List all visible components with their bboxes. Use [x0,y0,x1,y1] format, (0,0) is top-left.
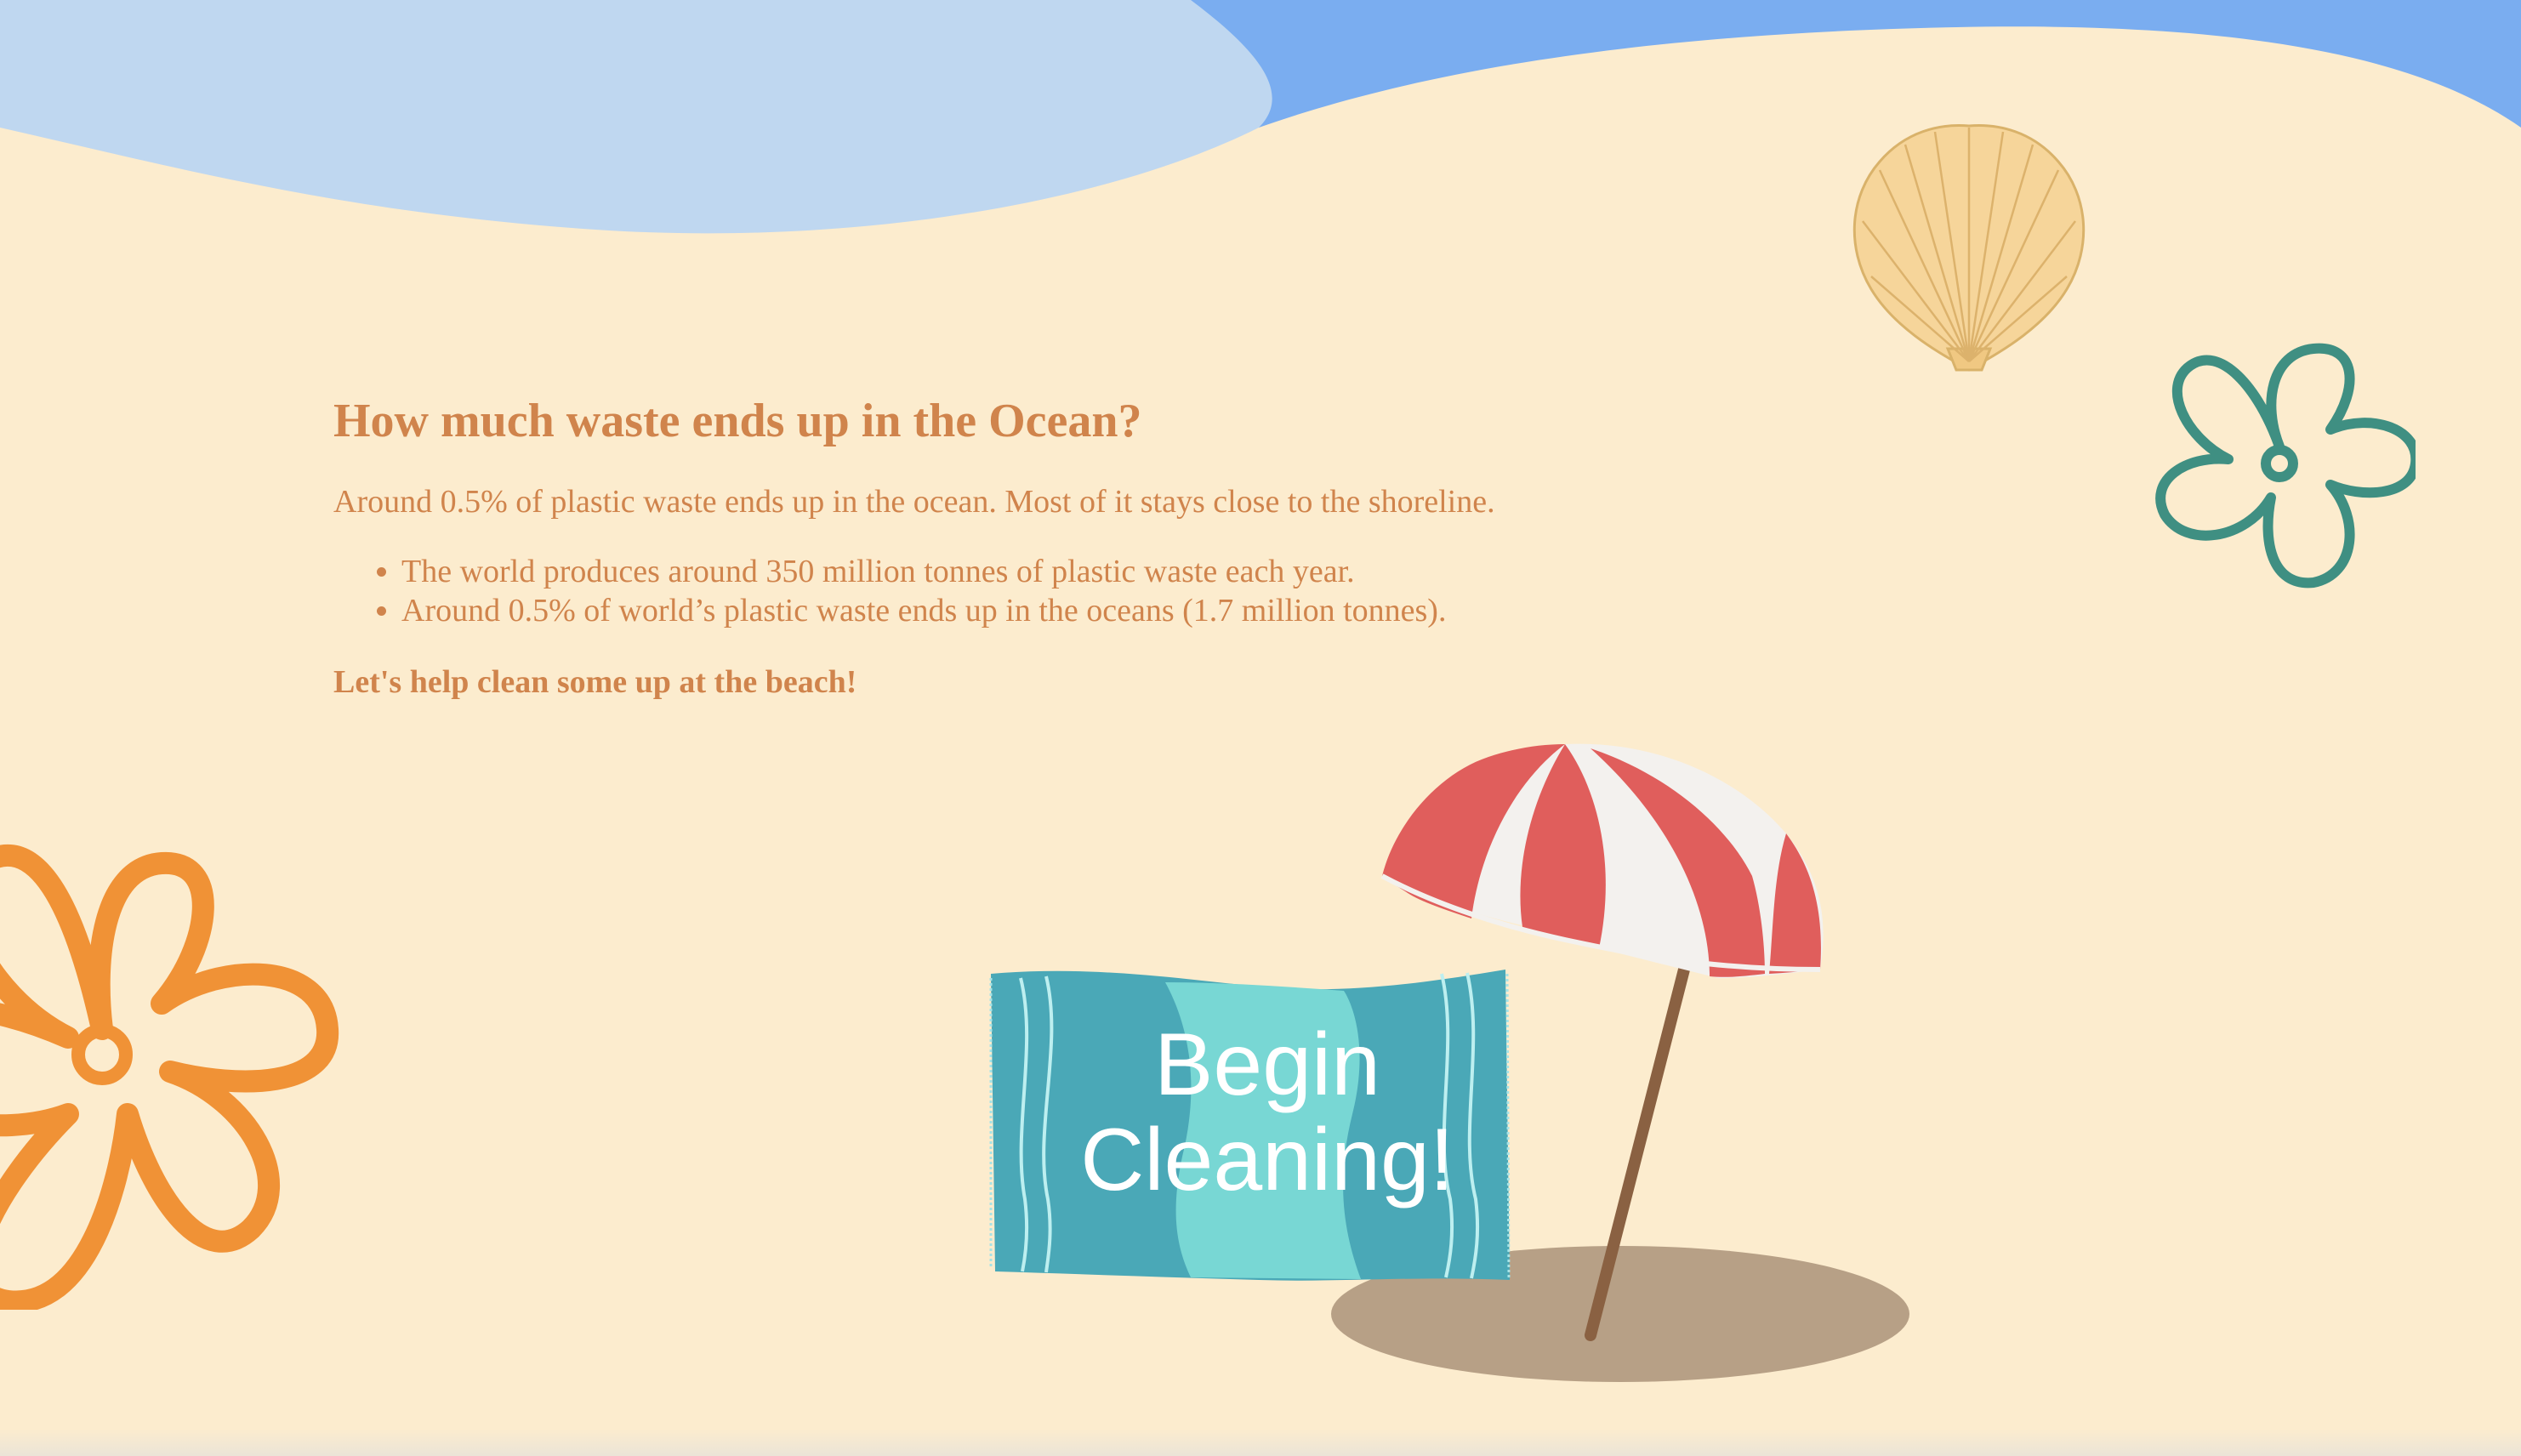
article-section: How much waste ends up in the Ocean? Aro… [333,387,1864,703]
facts-list: The world produces around 350 million to… [333,552,1864,630]
intro-paragraph: Around 0.5% of plastic waste ends up in … [333,484,1495,520]
flower-icon [0,845,339,1310]
page-heading: How much waste ends up in the Ocean? [333,395,1142,447]
seashell-icon [1852,124,2086,372]
ocean-waves [0,0,2521,234]
begin-cleaning-label: Begin Cleaning! [1055,1017,1480,1208]
list-item: The world produces around 350 million to… [401,552,1864,591]
flower-icon [2155,343,2416,589]
bottom-shadow [0,1429,2521,1456]
call-to-action-text: Let's help clean some up at the beach! [333,664,857,700]
begin-cleaning-button[interactable]: Begin Cleaning! [987,961,1514,1284]
list-item: Around 0.5% of world’s plastic waste end… [401,591,1864,630]
beach-page: How much waste ends up in the Ocean? Aro… [0,0,2521,1456]
button-label-line-2: Cleaning! [1080,1111,1454,1209]
button-label-line-1: Begin [1154,1015,1380,1114]
